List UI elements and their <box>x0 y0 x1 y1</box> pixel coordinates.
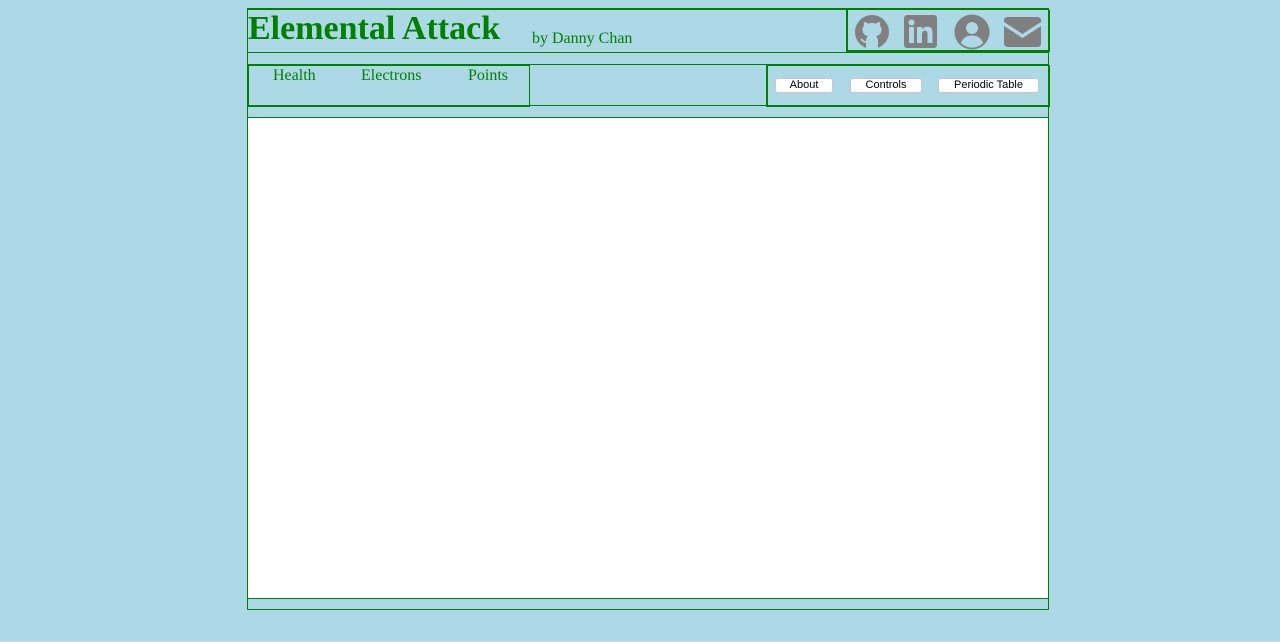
header: Elemental Attack by Danny Chan <box>248 9 1050 53</box>
linkedin-icon[interactable] <box>904 15 937 48</box>
player-stats: Health Electrons Points <box>247 65 530 107</box>
github-icon[interactable] <box>854 14 890 50</box>
status-bar: Health Electrons Points About Controls P… <box>247 64 1050 107</box>
page-title: Elemental Attack <box>248 10 501 47</box>
controls-button[interactable]: Controls <box>850 78 922 93</box>
social-links <box>846 10 1050 52</box>
periodic-table-button[interactable]: Periodic Table <box>938 78 1039 93</box>
user-circle-icon[interactable] <box>954 14 990 50</box>
envelope-icon[interactable] <box>1004 17 1041 47</box>
points-label: Points <box>468 67 509 84</box>
electrons-label: Electrons <box>361 67 422 84</box>
health-label: Health <box>273 67 316 84</box>
menu-buttons: About Controls Periodic Table <box>766 65 1050 107</box>
game-canvas[interactable] <box>248 117 1048 599</box>
game-frame: Elemental Attack by Danny Chan Health El… <box>247 8 1050 610</box>
about-button[interactable]: About <box>775 78 833 93</box>
author-byline: by Danny Chan <box>532 30 633 47</box>
